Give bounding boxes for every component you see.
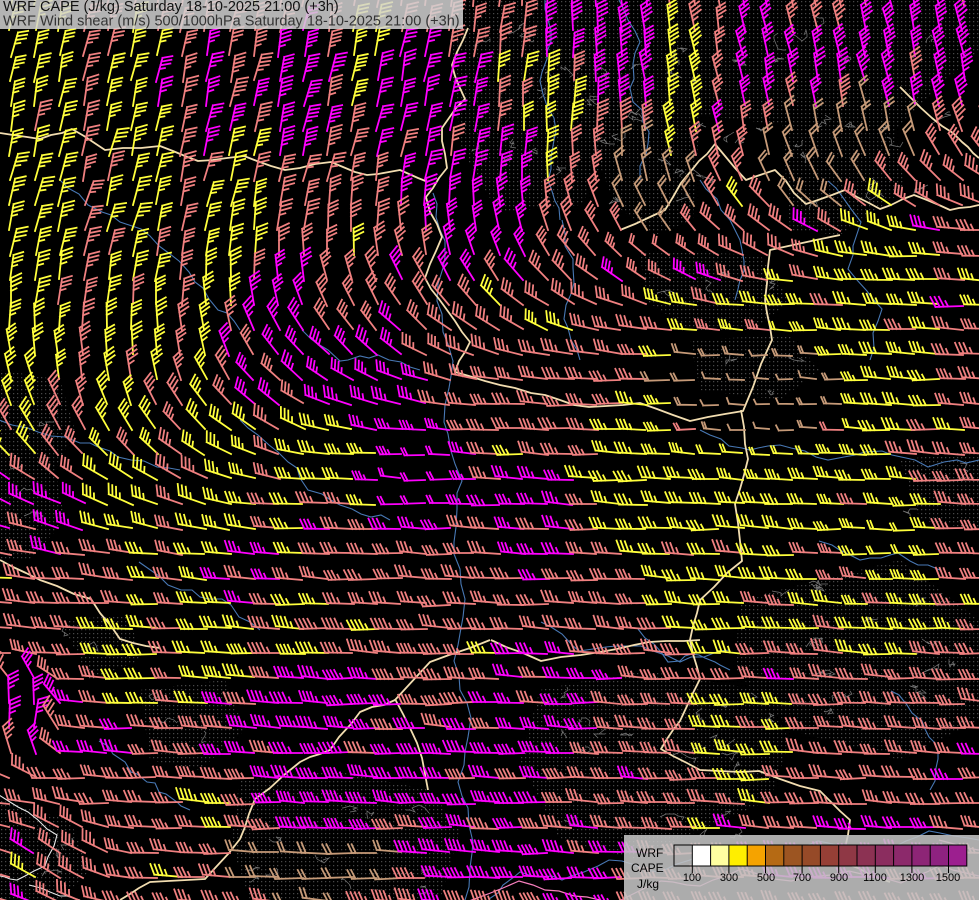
svg-text:J/kg: J/kg <box>637 877 659 891</box>
svg-text:900: 900 <box>830 872 848 884</box>
svg-text:1100: 1100 <box>863 872 887 884</box>
svg-text:WRF Wind shear (m/s) 500/1000h: WRF Wind shear (m/s) 500/1000hPa Saturda… <box>3 14 460 30</box>
svg-text:1300: 1300 <box>900 872 924 884</box>
svg-text:1500: 1500 <box>936 872 960 884</box>
svg-text:WRF: WRF <box>636 846 663 860</box>
svg-text:500: 500 <box>757 872 775 884</box>
svg-text:300: 300 <box>720 872 738 884</box>
svg-text:100: 100 <box>683 872 701 884</box>
svg-text:700: 700 <box>793 872 811 884</box>
svg-text:CAPE: CAPE <box>631 861 664 875</box>
